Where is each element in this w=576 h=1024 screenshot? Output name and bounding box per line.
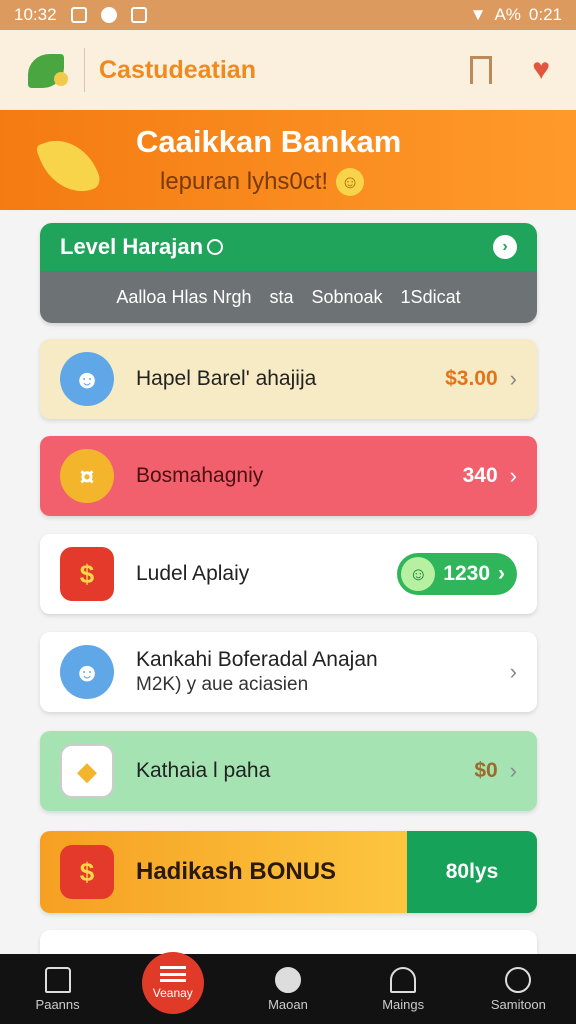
tab-profile[interactable]: Samitoon	[468, 966, 568, 1012]
level-stat: Sobnoak	[311, 286, 383, 307]
card-label: Bosmahagniy	[136, 464, 264, 487]
level-header: Level Harajan ›	[40, 223, 537, 271]
reward-card-3[interactable]: $ Ludel Aplaiy ☺ 1230 ›	[40, 534, 537, 614]
level-stat: 1Sdicat	[400, 286, 461, 307]
tab-label: Veanay	[152, 986, 193, 1000]
coins-icon: ¤	[60, 449, 114, 503]
header-divider	[84, 48, 85, 92]
tab-home[interactable]: Paanns	[8, 966, 108, 1012]
bookmark-status-icon	[130, 7, 147, 23]
tab-location[interactable]: Maoan	[238, 966, 338, 1012]
value-pill[interactable]: ☺ 1230 ›	[397, 553, 517, 595]
chat-icon	[100, 7, 117, 23]
card-label: Kankahi Boferadal Anajan	[136, 648, 378, 671]
gift-bag-icon: $	[60, 845, 114, 899]
heart-icon[interactable]: ♥	[532, 55, 550, 85]
card-label: Ludel Aplaiy	[136, 562, 250, 585]
banner-title: Caaikkan Bankam	[136, 124, 402, 159]
level-stat: Aalloa Hlas Nrgh	[116, 286, 252, 307]
app-logo	[26, 48, 70, 92]
menu-icon	[159, 966, 186, 982]
card-label: Hapel Barel' ahajija	[136, 367, 317, 390]
chevron-right-icon: ›	[509, 463, 517, 488]
tab-shop[interactable]: Maings	[353, 966, 453, 1012]
character-icon: ☻	[60, 352, 114, 406]
reward-card-2[interactable]: ¤ Bosmahagniy 340 ›	[40, 436, 537, 516]
status-clock: 0:21	[528, 5, 562, 24]
card-value: $3.00	[445, 367, 498, 390]
tab-label: Paanns	[35, 996, 80, 1012]
level-arrow-icon[interactable]: ›	[493, 235, 517, 259]
smiley-icon: ☺	[336, 168, 365, 196]
card-sublabel: M2K) y aue aciasien	[136, 674, 309, 695]
level-stat: sta	[269, 286, 294, 307]
tab-label: Samitoon	[490, 996, 546, 1012]
tab-label: Maings	[382, 996, 425, 1012]
banner-subtitle-text: lepuran lyhs0ct!	[160, 168, 329, 195]
reward-card-1[interactable]: ☻ Hapel Barel' ahajija $3.00 ›	[40, 339, 537, 419]
app-header: Castudeatian ♥	[0, 30, 576, 110]
wifi-icon: ▼	[469, 5, 487, 24]
home-icon	[44, 966, 71, 993]
tab-menu[interactable]: Veanay	[123, 952, 223, 1014]
battery-text: A%	[494, 5, 521, 24]
user-icon	[505, 966, 532, 993]
chevron-right-icon: ›	[509, 758, 517, 783]
money-bag-icon: $	[60, 547, 114, 601]
treasure-box-icon: ◆	[60, 744, 114, 798]
level-card[interactable]: Level Harajan › Aalloa Hlas Nrgh sta Sob…	[40, 223, 537, 323]
banner-subtitle: lepuran lyhs0ct! ☺	[160, 168, 365, 196]
card-value: $0	[474, 759, 498, 782]
tab-label: Maoan	[268, 996, 308, 1012]
chevron-right-icon: ›	[509, 659, 517, 684]
info-icon[interactable]	[207, 239, 224, 255]
location-icon	[274, 966, 301, 993]
level-stats: Aalloa Hlas Nrgh sta Sobnoak 1Sdicat	[40, 271, 537, 323]
reward-card-4[interactable]: ☻ Kankahi Boferadal Anajan M2K) y aue ac…	[40, 632, 537, 712]
bottom-nav: Paanns Veanay Maoan Maings Samitoon	[0, 952, 576, 1024]
bonus-label: Hadikash BONUS	[136, 858, 337, 885]
notification-icon	[70, 7, 87, 23]
leaf-decoration-icon	[35, 129, 103, 203]
bookmark-icon[interactable]	[470, 56, 493, 94]
card-value: 1230	[443, 562, 490, 585]
shop-icon	[390, 966, 417, 993]
bonus-card[interactable]: $ Hadikash BONUS 80lys	[40, 831, 537, 913]
reward-card-5[interactable]: ◆ Kathaia l paha $0 ›	[40, 731, 537, 811]
promo-banner[interactable]: Caaikkan Bankam lepuran lyhs0ct! ☺	[0, 110, 576, 210]
chevron-right-icon: ›	[498, 562, 505, 585]
card-value: 340	[462, 464, 498, 487]
bonus-value[interactable]: 80lys	[407, 831, 537, 913]
chevron-right-icon: ›	[509, 366, 517, 391]
character-icon: ☻	[60, 645, 114, 699]
card-label: Kathaia l paha	[136, 759, 271, 782]
status-bar: 10:32 ▼ A% 0:21	[0, 0, 576, 30]
face-icon: ☺	[401, 557, 436, 591]
app-title: Castudeatian	[99, 55, 256, 84]
status-time: 10:32	[14, 5, 57, 24]
level-title: Level Harajan	[60, 234, 204, 259]
